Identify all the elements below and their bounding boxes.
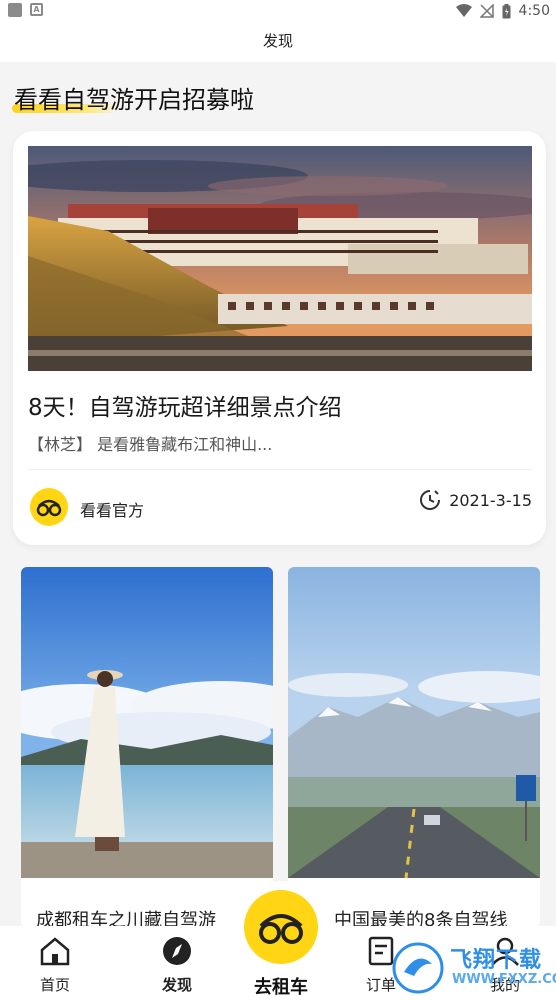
page-title: 发现 bbox=[262, 32, 293, 50]
nav-label-discover: 发现 bbox=[161, 976, 192, 994]
rent-car-label: 去租车 bbox=[254, 977, 308, 998]
clock-icon bbox=[420, 490, 441, 510]
article-image bbox=[21, 567, 273, 878]
status-bar: A 4:50 bbox=[0, 0, 556, 22]
rent-car-button[interactable] bbox=[244, 890, 318, 964]
wifi-icon bbox=[455, 4, 472, 17]
publish-date-text: 2021-3-15 bbox=[449, 490, 532, 510]
featured-article-title: 8天！自驾游玩超详细景点介绍 bbox=[28, 395, 342, 421]
notification-icon bbox=[8, 3, 22, 17]
featured-article-summary: 【林芝】 是看雅鲁藏布江和神山... bbox=[28, 435, 273, 454]
featured-article-card[interactable]: 8天！自驾游玩超详细景点介绍 【林芝】 是看雅鲁藏布江和神山... 看看官方 2… bbox=[13, 131, 546, 545]
section-title: 看看自驾游开启招募啦 bbox=[14, 86, 254, 114]
watermark-url: WWW.FXXZ.COM bbox=[452, 972, 556, 987]
author-avatar bbox=[30, 488, 68, 526]
article-image bbox=[288, 567, 540, 878]
brand-logo-icon bbox=[259, 914, 303, 944]
watermark-logo-icon bbox=[392, 942, 444, 994]
watermark-text: 飞翔下载 bbox=[450, 948, 543, 973]
article-card[interactable] bbox=[21, 567, 273, 927]
app-notification-icon: A bbox=[30, 3, 43, 16]
nav-item-home[interactable]: 首页 bbox=[20, 936, 90, 995]
author-name: 看看官方 bbox=[80, 501, 145, 520]
brand-logo-icon bbox=[36, 499, 62, 517]
card-divider bbox=[28, 469, 532, 470]
nav-item-discover[interactable]: 发现 bbox=[142, 936, 212, 995]
home-icon bbox=[40, 937, 70, 966]
battery-icon bbox=[502, 3, 511, 18]
top-header: 发现 bbox=[0, 22, 556, 62]
status-time: 4:50 bbox=[518, 3, 550, 19]
featured-article-image bbox=[28, 146, 532, 371]
article-card[interactable] bbox=[288, 567, 540, 927]
publish-date: 2021-3-15 bbox=[419, 489, 532, 511]
compass-icon bbox=[163, 937, 191, 965]
site-watermark: 飞翔下载 WWW.FXXZ.COM bbox=[392, 940, 556, 996]
no-signal-icon bbox=[479, 4, 494, 18]
nav-label-home: 首页 bbox=[39, 976, 70, 994]
